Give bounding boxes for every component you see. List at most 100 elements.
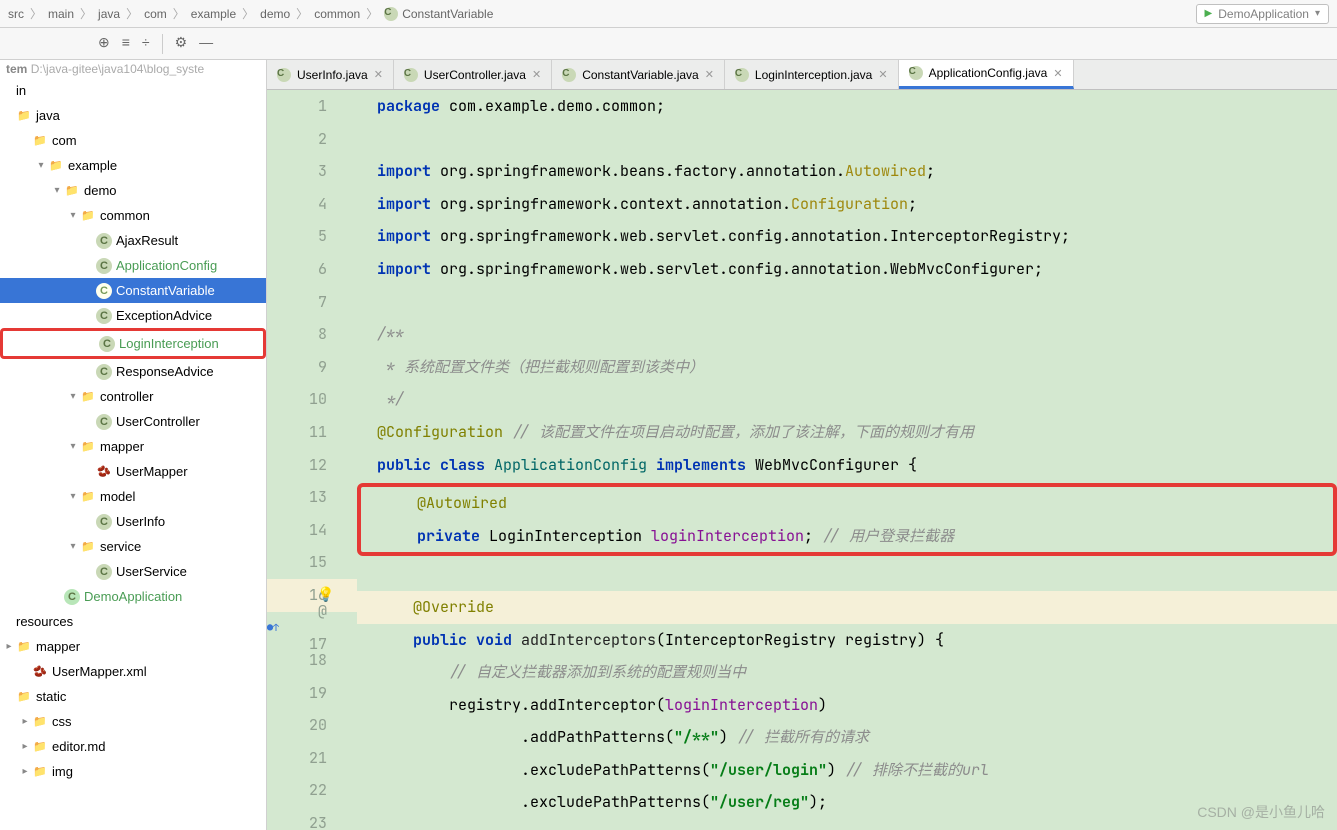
tree-item-service[interactable]: ▾📁service <box>0 534 266 559</box>
close-icon[interactable]: ✕ <box>532 68 541 81</box>
chevron-down-icon[interactable]: ▾ <box>66 441 80 452</box>
tree-item-responseadvice[interactable]: ▸CResponseAdvice <box>0 359 266 384</box>
tree-item-usermapper-xml[interactable]: ▸🫘UserMapper.xml <box>0 659 266 684</box>
class-icon: C <box>96 514 112 530</box>
tree-item-ajaxresult[interactable]: ▸CAjaxResult <box>0 228 266 253</box>
chevron-right-icon[interactable]: ▸ <box>2 641 16 652</box>
run-config-label: DemoApplication <box>1218 7 1309 21</box>
crumb[interactable]: src <box>8 7 24 21</box>
tree-item-label: editor.md <box>52 739 105 754</box>
project-root[interactable]: tem D:\java-gitee\java104\blog_syste <box>0 60 266 78</box>
tree-item-constantvariable[interactable]: ▸CConstantVariable <box>0 278 266 303</box>
tree-item-label: java <box>36 108 60 123</box>
tree-item-label: img <box>52 764 73 779</box>
close-icon[interactable]: ✕ <box>705 68 714 81</box>
tree-item-usermapper[interactable]: ▸🫘UserMapper <box>0 459 266 484</box>
chevron-down-icon[interactable]: ▾ <box>66 391 80 402</box>
chevron-down-icon[interactable]: ▾ <box>66 491 80 502</box>
tree-item-label: com <box>52 133 77 148</box>
code-editor[interactable]: 123 456 789 101112 131415 💡16 ●↑ @ 17 18… <box>267 90 1337 830</box>
tree-item-model[interactable]: ▾📁model <box>0 484 266 509</box>
chevron-down-icon[interactable]: ▾ <box>50 185 64 196</box>
tree-item-label: resources <box>16 614 73 629</box>
tree-item-label: mapper <box>100 439 144 454</box>
tree-item-mapper[interactable]: ▸📁mapper <box>0 634 266 659</box>
chevron-down-icon[interactable]: ▾ <box>34 160 48 171</box>
tree-item-userinfo[interactable]: ▸CUserInfo <box>0 509 266 534</box>
folder-icon: 📁 <box>16 639 32 655</box>
tree-item-com[interactable]: ▸📁com <box>0 128 266 153</box>
close-icon[interactable]: ✕ <box>878 68 887 81</box>
chevron-right-icon[interactable]: ▸ <box>18 741 32 752</box>
project-toolbar: ⊕ ≡ ÷ ⚙ — <box>0 28 1337 60</box>
crumb[interactable]: demo <box>260 7 290 21</box>
editor-tab-usercontroller-java[interactable]: CUserController.java✕ <box>394 60 552 89</box>
tree-item-applicationconfig[interactable]: ▸CApplicationConfig <box>0 253 266 278</box>
code-content[interactable]: package com.example.demo.common; import … <box>357 90 1337 830</box>
settings-icon[interactable]: ⚙ <box>175 34 188 54</box>
tree-item-demo[interactable]: ▾📁demo <box>0 178 266 203</box>
project-tree[interactable]: tem D:\java-gitee\java104\blog_syste ▸in… <box>0 60 267 830</box>
tab-label: LoginInterception.java <box>755 68 872 82</box>
chevron-right-icon[interactable]: ▸ <box>18 716 32 727</box>
editor-tab-constantvariable-java[interactable]: CConstantVariable.java✕ <box>552 60 725 89</box>
tree-item-label: css <box>52 714 72 729</box>
hide-icon[interactable]: — <box>199 34 213 54</box>
tree-item-img[interactable]: ▸📁img <box>0 759 266 784</box>
folder-icon: 📁 <box>80 489 96 505</box>
run-icon: ▶ <box>1205 8 1213 19</box>
class-icon: C <box>909 66 923 80</box>
class-icon: C <box>96 283 112 299</box>
run-config-selector[interactable]: ▶ DemoApplication ▾ <box>1196 4 1329 24</box>
class-icon: C <box>99 336 115 352</box>
class-icon: C <box>96 364 112 380</box>
chevron-right-icon[interactable]: ▸ <box>18 766 32 777</box>
tree-item-in[interactable]: ▸in <box>0 78 266 103</box>
editor-tab-userinfo-java[interactable]: CUserInfo.java✕ <box>267 60 394 89</box>
crumb[interactable]: example <box>191 7 236 21</box>
line-gutter: 123 456 789 101112 131415 💡16 ●↑ @ 17 18… <box>267 90 357 830</box>
tree-item-java[interactable]: ▸📁java <box>0 103 266 128</box>
class-icon: C <box>96 233 112 249</box>
folder-icon: 📁 <box>80 539 96 555</box>
tree-item-label: DemoApplication <box>84 589 182 604</box>
chevron-down-icon[interactable]: ▾ <box>66 210 80 221</box>
select-opened-icon[interactable]: ⊕ <box>98 34 110 54</box>
tree-item-label: ExceptionAdvice <box>116 308 212 323</box>
tree-item-static[interactable]: ▸📁static <box>0 684 266 709</box>
close-icon[interactable]: ✕ <box>374 68 383 81</box>
crumb[interactable]: common <box>314 7 360 21</box>
folder-icon: 📁 <box>80 208 96 224</box>
tree-item-common[interactable]: ▾📁common <box>0 203 266 228</box>
crumb[interactable]: com <box>144 7 167 21</box>
separator <box>162 34 163 54</box>
tab-label: ConstantVariable.java <box>582 68 699 82</box>
override-marker-icon[interactable]: ●↑ <box>267 612 279 645</box>
editor-tab-applicationconfig-java[interactable]: CApplicationConfig.java✕ <box>899 60 1074 89</box>
class-icon: C <box>277 68 291 82</box>
bean-icon: 🫘 <box>96 464 112 480</box>
tree-item-css[interactable]: ▸📁css <box>0 709 266 734</box>
tree-item-exceptionadvice[interactable]: ▸CExceptionAdvice <box>0 303 266 328</box>
expand-all-icon[interactable]: ≡ <box>122 34 130 54</box>
tree-item-demoapplication[interactable]: ▸CDemoApplication <box>0 584 266 609</box>
class-run-icon: C <box>64 589 80 605</box>
close-icon[interactable]: ✕ <box>1053 67 1062 80</box>
tree-item-label: AjaxResult <box>116 233 178 248</box>
tree-item-logininterception[interactable]: ▸CLoginInterception <box>3 331 263 356</box>
tree-item-resources[interactable]: ▸resources <box>0 609 266 634</box>
collapse-all-icon[interactable]: ÷ <box>142 34 150 54</box>
tree-item-userservice[interactable]: ▸CUserService <box>0 559 266 584</box>
crumb-current[interactable]: CConstantVariable <box>384 7 493 21</box>
tree-item-mapper[interactable]: ▾📁mapper <box>0 434 266 459</box>
chevron-down-icon[interactable]: ▾ <box>66 541 80 552</box>
tree-item-label: static <box>36 689 66 704</box>
tree-item-usercontroller[interactable]: ▸CUserController <box>0 409 266 434</box>
crumb[interactable]: main <box>48 7 74 21</box>
crumb[interactable]: java <box>98 7 120 21</box>
tree-item-controller[interactable]: ▾📁controller <box>0 384 266 409</box>
tree-item-editor-md[interactable]: ▸📁editor.md <box>0 734 266 759</box>
highlighted-code-box: @Autowired private LoginInterception log… <box>357 483 1337 556</box>
tree-item-example[interactable]: ▾📁example <box>0 153 266 178</box>
editor-tab-logininterception-java[interactable]: CLoginInterception.java✕ <box>725 60 899 89</box>
